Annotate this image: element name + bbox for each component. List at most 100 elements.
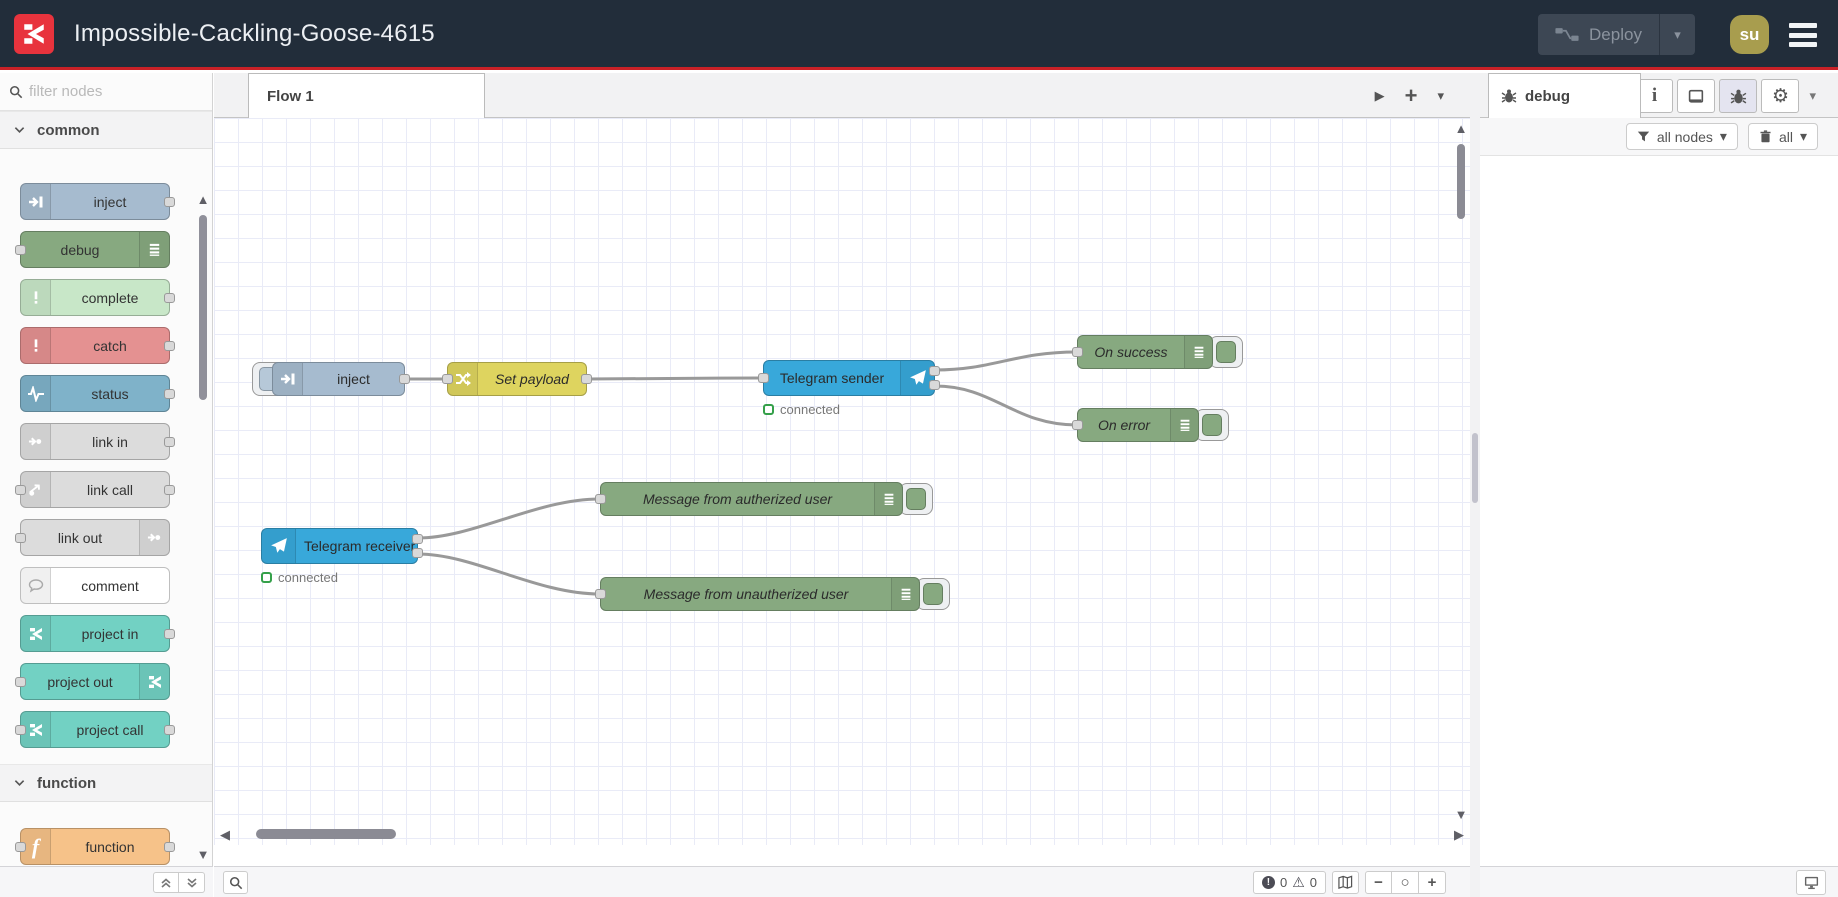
output-port <box>164 388 175 399</box>
palette-scrollbar-thumb[interactable] <box>199 215 207 400</box>
project-icon <box>21 616 51 651</box>
flow-node-on-error[interactable]: On error <box>1072 408 1199 442</box>
palette-search[interactable] <box>0 73 212 111</box>
main-menu-button[interactable] <box>1789 23 1817 47</box>
palette-node-catch[interactable]: catch <box>20 327 175 364</box>
scroll-down-icon[interactable]: ▼ <box>196 848 210 861</box>
scroll-right-icon[interactable]: ▶ <box>1452 828 1466 841</box>
deploy-button[interactable]: Deploy ▾ <box>1538 14 1695 55</box>
zoom-out-button[interactable]: − <box>1365 871 1392 894</box>
sidebar-tab-info-button[interactable]: i <box>1635 79 1674 113</box>
output-port[interactable] <box>399 374 410 384</box>
input-port[interactable] <box>595 494 606 504</box>
palette-footer <box>0 866 213 897</box>
sidebar: debug i ⚙ ▾ all nodes ▾ all ▾ <box>1480 73 1838 897</box>
expand-categories-button[interactable] <box>179 872 205 893</box>
scroll-up-icon[interactable]: ▲ <box>1454 122 1468 135</box>
flow-canvas[interactable]: inject Set payload Telegram sender conne… <box>214 118 1470 845</box>
debug-toggle-on-error[interactable] <box>1195 409 1229 441</box>
flow-node-msg-unauthorized[interactable]: Message from unautherized user <box>595 577 920 611</box>
error-count-icon: ! <box>1261 876 1275 889</box>
flow-node-msg-authorized[interactable]: Message from autherized user <box>595 482 903 516</box>
deploy-options-button[interactable]: ▾ <box>1659 14 1695 55</box>
search-icon <box>229 876 243 890</box>
palette-node-link-in[interactable]: link in <box>20 423 175 460</box>
palette-node-link-call[interactable]: link call <box>15 471 175 508</box>
debug-toggle-msg-auth[interactable] <box>899 483 933 515</box>
palette-node-status[interactable]: status <box>20 375 175 412</box>
circle-icon: ○ <box>1400 874 1410 891</box>
canvas-vscroll-thumb[interactable] <box>1457 144 1465 219</box>
palette-node-project-in[interactable]: project in <box>20 615 175 652</box>
debug-clear-button[interactable]: all ▾ <box>1747 123 1818 150</box>
debug-message-list[interactable] <box>1480 156 1838 866</box>
debug-toggle-msg-unauth[interactable] <box>916 578 950 610</box>
palette-node-function[interactable]: f function <box>15 828 175 865</box>
palette-node-comment[interactable]: comment <box>20 567 170 604</box>
flow-list-caret-icon[interactable]: ▾ <box>1437 88 1444 104</box>
sidebar-more-caret-icon[interactable]: ▾ <box>1809 88 1816 104</box>
input-port <box>15 532 26 543</box>
scroll-up-icon[interactable]: ▲ <box>196 193 210 206</box>
zoom-in-button[interactable]: + <box>1419 871 1446 894</box>
flow-node-on-success[interactable]: On success <box>1072 335 1213 369</box>
palette-node-debug[interactable]: debug <box>15 231 170 268</box>
sidebar-tab-debug-button[interactable] <box>1719 79 1758 113</box>
input-port[interactable] <box>595 589 606 599</box>
debug-filter-button[interactable]: all nodes ▾ <box>1625 123 1738 150</box>
zoom-reset-button[interactable]: ○ <box>1392 871 1419 894</box>
input-port <box>15 841 26 852</box>
flow-node-set-payload[interactable]: Set payload <box>442 362 592 396</box>
debug-list-icon <box>874 483 902 515</box>
chevron-down-icon <box>14 126 25 134</box>
splitter-handle[interactable] <box>1472 433 1478 503</box>
flow-node-inject[interactable]: inject <box>272 362 410 396</box>
gear-icon: ⚙ <box>1771 85 1789 107</box>
scroll-left-icon[interactable]: ◀ <box>218 828 232 841</box>
notice-counts[interactable]: ! 0 ⚠ 0 <box>1252 871 1326 894</box>
tab-scroll-right-icon[interactable]: ▶ <box>1375 88 1385 104</box>
flow-tab[interactable]: Flow 1 <box>248 73 485 118</box>
info-icon: i <box>1651 85 1658 106</box>
flow-node-telegram-receiver[interactable]: Telegram receiver <box>261 528 423 564</box>
palette-category-common[interactable]: common <box>0 111 212 149</box>
open-debug-window-button[interactable] <box>1796 870 1826 895</box>
input-port[interactable] <box>1072 420 1083 430</box>
canvas-horizontal-scrollbar[interactable]: ◀ ▶ <box>218 827 1466 843</box>
input-port[interactable] <box>1072 347 1083 357</box>
canvas-hscroll-thumb[interactable] <box>256 829 396 839</box>
output-port[interactable] <box>581 374 592 384</box>
sidebar-tab-debug[interactable]: debug <box>1488 73 1641 118</box>
inject-icon <box>21 184 51 219</box>
sidebar-tab-help-button[interactable] <box>1677 79 1716 113</box>
output-port-2[interactable] <box>412 548 423 558</box>
palette-node-project-out[interactable]: project out <box>15 663 170 700</box>
input-port[interactable] <box>758 373 769 383</box>
canvas-vertical-scrollbar[interactable]: ▲ ▼ <box>1454 122 1468 821</box>
sidebar-splitter[interactable] <box>1470 73 1480 897</box>
scroll-down-icon[interactable]: ▼ <box>1454 808 1468 821</box>
exclamation-icon <box>21 280 51 315</box>
pulse-icon <box>21 376 51 411</box>
palette-search-input[interactable] <box>29 83 189 100</box>
output-port-1[interactable] <box>412 534 423 544</box>
palette-category-function[interactable]: function <box>0 764 212 802</box>
flow-node-telegram-sender[interactable]: Telegram sender <box>758 360 940 396</box>
palette-node-project-call[interactable]: project call <box>15 711 175 748</box>
add-flow-button[interactable]: + <box>1405 84 1418 106</box>
output-port-1[interactable] <box>929 366 940 376</box>
collapse-categories-button[interactable] <box>153 872 179 893</box>
output-port-2[interactable] <box>929 380 940 390</box>
user-avatar[interactable]: su <box>1730 15 1769 54</box>
funnel-icon <box>1637 130 1650 143</box>
input-port[interactable] <box>442 374 453 384</box>
navigator-button[interactable] <box>1332 871 1359 894</box>
palette-scrollbar[interactable]: ▲ ▼ <box>196 193 210 861</box>
canvas-search-button[interactable] <box>223 871 248 894</box>
palette-node-inject[interactable]: inject <box>20 183 175 220</box>
palette-node-link-out[interactable]: link out <box>15 519 170 556</box>
sender-status: connected <box>763 402 840 417</box>
sidebar-tab-config-button[interactable]: ⚙ <box>1761 79 1800 113</box>
palette-node-complete[interactable]: complete <box>20 279 175 316</box>
debug-toggle-on-success[interactable] <box>1209 336 1243 368</box>
